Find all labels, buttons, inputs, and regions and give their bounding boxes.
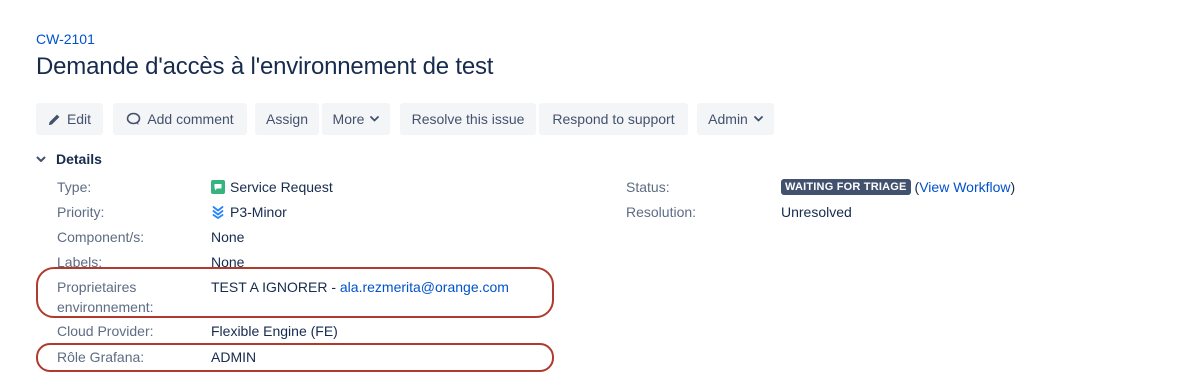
priority-value-text: P3-Minor	[230, 204, 287, 220]
add-comment-button-label: Add comment	[147, 111, 234, 127]
comment-icon	[126, 112, 141, 126]
type-value: Service Request	[211, 177, 333, 197]
respond-to-support-button[interactable]: Respond to support	[539, 103, 688, 135]
details-section-toggle[interactable]: Details	[36, 151, 102, 167]
status-label: Status:	[626, 179, 670, 195]
resolve-issue-button-label: Resolve this issue	[411, 111, 525, 127]
owners-label: Proprietaires environnement:	[57, 277, 154, 317]
cloud-provider-label: Cloud Provider:	[57, 323, 154, 339]
priority-minor-icon	[211, 205, 225, 219]
add-comment-button[interactable]: Add comment	[113, 103, 247, 135]
close-paren: )	[1010, 179, 1016, 195]
admin-dropdown-label: Admin	[708, 111, 748, 127]
view-workflow-link[interactable]: View Workflow	[919, 177, 1010, 197]
more-dropdown-label: More	[332, 111, 365, 127]
resolve-issue-button[interactable]: Resolve this issue	[400, 103, 536, 135]
more-dropdown[interactable]: More	[322, 103, 390, 135]
issue-title: Demande d'accès à l'environnement de tes…	[36, 53, 494, 80]
owners-value-text: TEST A IGNORER -	[211, 279, 340, 295]
chevron-down-icon	[36, 156, 50, 163]
chevron-down-icon	[753, 116, 763, 122]
resolution-label: Resolution:	[626, 204, 697, 220]
priority-label: Priority:	[57, 204, 105, 220]
labels-label: Labels:	[57, 254, 103, 270]
edit-button-label: Edit	[66, 111, 92, 127]
issue-key-link[interactable]: CW-2101	[36, 31, 95, 47]
owners-label-line1: Proprietaires	[57, 279, 137, 295]
resolution-value: Unresolved	[781, 204, 852, 220]
status-badge: WAITING FOR TRIAGE	[781, 179, 911, 195]
labels-value: None	[211, 254, 245, 270]
admin-dropdown[interactable]: Admin	[697, 103, 774, 135]
respond-to-support-button-label: Respond to support	[552, 111, 675, 127]
grafana-role-value: ADMIN	[211, 349, 257, 365]
owners-value: TEST A IGNORER - ala.rezmerita@orange.co…	[211, 277, 509, 297]
type-value-text: Service Request	[230, 179, 333, 195]
cloud-provider-value: Flexible Engine (FE)	[211, 323, 338, 339]
assign-button-label: Assign	[265, 111, 309, 127]
status-value: WAITING FOR TRIAGE ( View Workflow )	[781, 177, 1015, 197]
pencil-icon	[48, 113, 61, 126]
type-label: Type:	[57, 179, 92, 195]
edit-button[interactable]: Edit	[36, 103, 103, 135]
assign-button[interactable]: Assign	[255, 103, 319, 135]
components-label: Component/s:	[57, 229, 145, 245]
grafana-role-label: Rôle Grafana:	[57, 349, 145, 365]
components-value: None	[211, 229, 245, 245]
owner-email-link[interactable]: ala.rezmerita@orange.com	[340, 277, 509, 297]
chevron-down-icon	[370, 116, 380, 122]
owners-label-line2: environnement:	[57, 299, 154, 315]
priority-value: P3-Minor	[211, 202, 287, 222]
details-heading: Details	[56, 151, 102, 167]
service-request-icon	[211, 180, 225, 194]
